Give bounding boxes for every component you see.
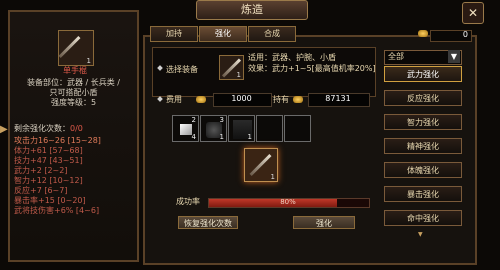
white-stone-icon: [180, 124, 192, 135]
material-slot[interactable]: 1: [228, 115, 255, 142]
side-button[interactable]: 命中强化: [384, 210, 462, 226]
side-button[interactable]: 暴击强化: [384, 186, 462, 202]
cost-value: 1000: [231, 94, 252, 103]
applies-to-text: 适用：武器、护腕、小盾: [248, 53, 336, 62]
stat-line: 攻击力16~26 [15~28]: [14, 136, 101, 145]
remaining-count: 剩余强化次数：0/0: [14, 124, 83, 134]
remaining-label: 剩余强化次数：: [14, 124, 70, 133]
tab-synthesis[interactable]: 合成: [248, 26, 296, 42]
success-rate-value: 80%: [280, 198, 296, 206]
tab-blessing[interactable]: 加持: [150, 26, 198, 42]
slot-bottom-count: 4: [191, 133, 196, 141]
result-slot[interactable]: 1: [244, 148, 278, 182]
result-slot-count: 1: [270, 173, 275, 181]
stat-line: 武将技伤害+6% [4~6]: [14, 206, 100, 215]
owned-value: 87131: [325, 94, 351, 103]
item-count: 1: [86, 57, 91, 65]
gold-icon: [196, 96, 206, 103]
slot-bottom-count: 1: [219, 133, 224, 141]
tab-enhance[interactable]: 强化: [199, 26, 247, 42]
window-title: 炼造: [196, 0, 308, 20]
dropdown-selected: 全部: [388, 52, 404, 61]
gold-icon: [293, 96, 303, 103]
chevron-down-icon[interactable]: ▼: [448, 50, 460, 63]
success-rate-label: 成功率: [176, 197, 200, 206]
slot-top-count: 3: [219, 116, 224, 124]
equip-note-text: 只可搭配小盾: [49, 88, 98, 97]
item-name: 单手棍: [63, 66, 87, 75]
close-button[interactable]: ✕: [462, 2, 484, 24]
gold-icon: [418, 30, 428, 37]
club-icon: [58, 36, 81, 58]
material-slot[interactable]: [284, 115, 311, 142]
material-slots: 24311: [172, 114, 312, 144]
stat-line: 暴击率+15 [0~20]: [14, 196, 86, 205]
selected-equip-slot[interactable]: 1: [219, 55, 244, 80]
item-portrait[interactable]: 1: [58, 30, 94, 66]
effect-text: 效果：武力+1~5[最高值机率20%]: [248, 64, 376, 73]
restore-count-button[interactable]: 恢复强化次数: [178, 216, 238, 229]
remaining-value: 0/0: [70, 124, 83, 133]
scroll-down-icon[interactable]: ▼: [418, 232, 428, 238]
equip-slot-text: 装备部位：武器 / 长兵类 /: [26, 78, 121, 87]
club-icon: [249, 154, 272, 176]
stat-line: 武力+2 [2~2]: [14, 166, 68, 175]
select-equip-label: 选择装备: [166, 65, 198, 74]
owned-label: 持有: [273, 95, 289, 104]
side-button[interactable]: 武力强化: [384, 66, 462, 82]
stats-list: 攻击力16~26 [15~28] 体力+61 [57~68] 技力+47 [43~5…: [14, 136, 134, 216]
equip-slot-count: 1: [236, 71, 241, 79]
enhance-button[interactable]: 强化: [293, 216, 355, 229]
side-button[interactable]: 体魄强化: [384, 162, 462, 178]
stat-line: 反应+7 [6~7]: [14, 186, 68, 195]
enhance-level-text: 强度等级：5: [50, 98, 97, 107]
material-slot[interactable]: [256, 115, 283, 142]
stat-line: 技力+47 [43~51]: [14, 156, 83, 165]
side-button[interactable]: 反应强化: [384, 90, 462, 106]
side-button[interactable]: 智力强化: [384, 114, 462, 130]
slot-top-count: 2: [191, 116, 196, 124]
material-slot[interactable]: 24: [172, 115, 199, 142]
stat-line: 智力+12 [10~12]: [14, 176, 83, 185]
cost-label: 费用: [166, 95, 182, 104]
stat-line: 体力+61 [57~68]: [14, 146, 83, 155]
slot-bottom-count: 1: [247, 133, 252, 141]
left-arrow-icon[interactable]: ▶: [0, 124, 8, 136]
material-slot[interactable]: 31: [200, 115, 227, 142]
gold-amount: 0: [462, 30, 468, 39]
side-button[interactable]: 精神强化: [384, 138, 462, 154]
